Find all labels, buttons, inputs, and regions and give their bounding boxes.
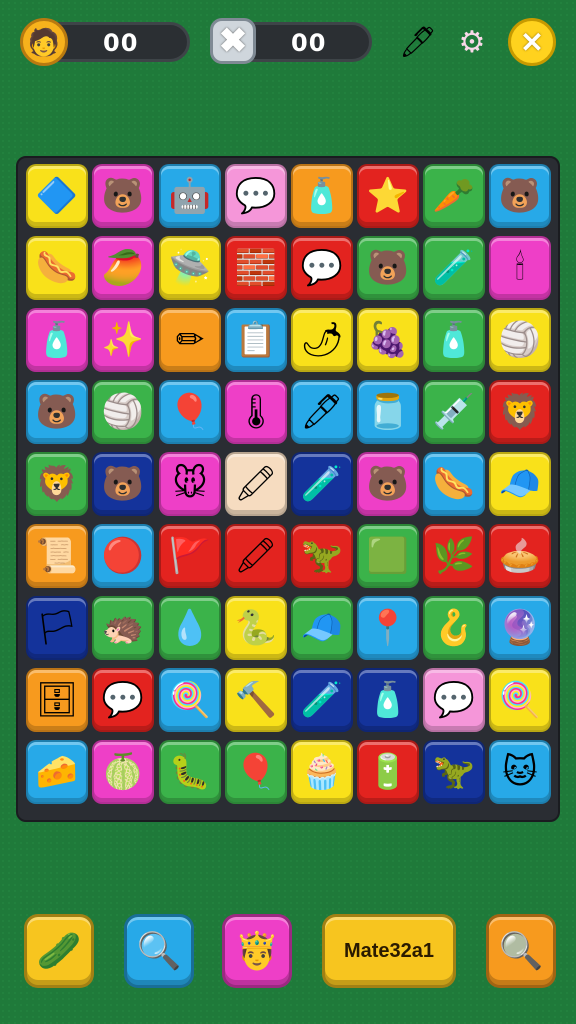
- settings-gear-icon[interactable]: ⚙: [450, 18, 494, 66]
- tile-r7-c1[interactable]: 🏳: [26, 596, 88, 660]
- tile-r7-c3[interactable]: 💧: [159, 596, 221, 660]
- tile-r5-c4[interactable]: 🖍: [225, 452, 287, 516]
- tile-r9-c4[interactable]: 🎈: [225, 740, 287, 804]
- tile-r5-c2[interactable]: 🐻: [92, 452, 154, 516]
- tile-r3-c8[interactable]: 🏐: [489, 308, 551, 372]
- tile-r9-c1[interactable]: 🧀: [26, 740, 88, 804]
- tile-r4-c8[interactable]: 🦁: [489, 380, 551, 444]
- tile-r5-c7[interactable]: 🌭: [423, 452, 485, 516]
- tile-r1-c1[interactable]: 🔷: [26, 164, 88, 228]
- tile-r8-c5[interactable]: 🧪: [291, 668, 353, 732]
- tile-board: 🔷 🐻 🤖 💬 🧴 ⭐ 🥕 🐻 🌭 🥭 🛸 🧱 💬 🐻 🧪 🕯 🧴 ✨ ✏ 📋 🌶 🍇 🧴 🏐 🐻 🏐 🎈 🌡 🖊 🫙 💉 🦁 🦁 🐻 🐭 🖍 🧪 🐻 🌭 🧢…: [16, 156, 560, 822]
- search-button[interactable]: 🔍: [124, 914, 194, 988]
- tile-r3-c3[interactable]: ✏: [159, 308, 221, 372]
- top-hud: 00 🧑 00 ✖ 🖊 ⚙ ✕: [0, 18, 576, 68]
- tile-r1-c6[interactable]: ⭐: [357, 164, 419, 228]
- tile-r4-c5[interactable]: 🖊: [291, 380, 353, 444]
- tile-r9-c6[interactable]: 🔋: [357, 740, 419, 804]
- tile-r6-c3[interactable]: 🚩: [159, 524, 221, 588]
- tile-r8-c2[interactable]: 💬: [92, 668, 154, 732]
- score-right-value: 00: [291, 29, 327, 57]
- tile-r8-c7[interactable]: 💬: [423, 668, 485, 732]
- zoom-button[interactable]: 🔍: [486, 914, 556, 988]
- pipette-icon[interactable]: 🖊: [396, 18, 440, 66]
- tile-r3-c6[interactable]: 🍇: [357, 308, 419, 372]
- tile-r1-c7[interactable]: 🥕: [423, 164, 485, 228]
- match-label-button[interactable]: Mate32a1: [322, 914, 456, 988]
- tile-r7-c5[interactable]: 🧢: [291, 596, 353, 660]
- tile-r3-c4[interactable]: 📋: [225, 308, 287, 372]
- tile-r5-c6[interactable]: 🐻: [357, 452, 419, 516]
- tile-r2-c3[interactable]: 🛸: [159, 236, 221, 300]
- tile-r7-c2[interactable]: 🦔: [92, 596, 154, 660]
- tile-r6-c2[interactable]: 🔴: [92, 524, 154, 588]
- hint-button[interactable]: 🥒: [24, 914, 94, 988]
- tile-r4-c1[interactable]: 🐻: [26, 380, 88, 444]
- tile-r1-c8[interactable]: 🐻: [489, 164, 551, 228]
- tile-r2-c5[interactable]: 💬: [291, 236, 353, 300]
- tile-r4-c4[interactable]: 🌡: [225, 380, 287, 444]
- tile-r9-c3[interactable]: 🐛: [159, 740, 221, 804]
- tile-r2-c6[interactable]: 🐻: [357, 236, 419, 300]
- character-button[interactable]: 🤴: [222, 914, 292, 988]
- tile-r7-c4[interactable]: 🐍: [225, 596, 287, 660]
- tile-r5-c3[interactable]: 🐭: [159, 452, 221, 516]
- tile-r9-c7[interactable]: 🦖: [423, 740, 485, 804]
- bottom-toolbar: 🥒 🔍 🤴 Mate32a1 🔍: [0, 914, 576, 990]
- tile-r7-c8[interactable]: 🔮: [489, 596, 551, 660]
- tile-r5-c1[interactable]: 🦁: [26, 452, 88, 516]
- tile-r6-c4[interactable]: 🖍: [225, 524, 287, 588]
- score-left-value: 00: [103, 29, 139, 57]
- tile-r9-c2[interactable]: 🍈: [92, 740, 154, 804]
- tile-r4-c7[interactable]: 💉: [423, 380, 485, 444]
- tile-r7-c6[interactable]: 📍: [357, 596, 419, 660]
- tile-r6-c1[interactable]: 📜: [26, 524, 88, 588]
- tile-r8-c6[interactable]: 🧴: [357, 668, 419, 732]
- tile-r1-c4[interactable]: 💬: [225, 164, 287, 228]
- tile-r5-c5[interactable]: 🧪: [291, 452, 353, 516]
- tile-r2-c8[interactable]: 🕯: [489, 236, 551, 300]
- tile-r2-c4[interactable]: 🧱: [225, 236, 287, 300]
- tile-r8-c1[interactable]: 🗄: [26, 668, 88, 732]
- tile-r1-c2[interactable]: 🐻: [92, 164, 154, 228]
- tile-r9-c8[interactable]: 🐱: [489, 740, 551, 804]
- tile-r8-c8[interactable]: 🍭: [489, 668, 551, 732]
- tile-r9-c5[interactable]: 🧁: [291, 740, 353, 804]
- tile-r3-c5[interactable]: 🌶: [291, 308, 353, 372]
- tile-r8-c3[interactable]: 🍭: [159, 668, 221, 732]
- tile-r1-c3[interactable]: 🤖: [159, 164, 221, 228]
- tile-r6-c7[interactable]: 🌿: [423, 524, 485, 588]
- tile-r5-c8[interactable]: 🧢: [489, 452, 551, 516]
- tile-r6-c8[interactable]: 🥧: [489, 524, 551, 588]
- tile-r6-c6[interactable]: 🟩: [357, 524, 419, 588]
- tile-r4-c2[interactable]: 🏐: [92, 380, 154, 444]
- tile-r3-c2[interactable]: ✨: [92, 308, 154, 372]
- tile-r2-c1[interactable]: 🌭: [26, 236, 88, 300]
- tile-r4-c3[interactable]: 🎈: [159, 380, 221, 444]
- tile-r3-c1[interactable]: 🧴: [26, 308, 88, 372]
- tile-r2-c7[interactable]: 🧪: [423, 236, 485, 300]
- tile-r7-c7[interactable]: 🪝: [423, 596, 485, 660]
- x-mark-icon: ✖: [210, 18, 256, 64]
- tile-r4-c6[interactable]: 🫙: [357, 380, 419, 444]
- player-avatar-icon[interactable]: 🧑: [20, 18, 68, 66]
- tile-r3-c7[interactable]: 🧴: [423, 308, 485, 372]
- close-button[interactable]: ✕: [508, 18, 556, 66]
- tile-r1-c5[interactable]: 🧴: [291, 164, 353, 228]
- tile-r8-c4[interactable]: 🔨: [225, 668, 287, 732]
- tile-r2-c2[interactable]: 🥭: [92, 236, 154, 300]
- tile-r6-c5[interactable]: 🦖: [291, 524, 353, 588]
